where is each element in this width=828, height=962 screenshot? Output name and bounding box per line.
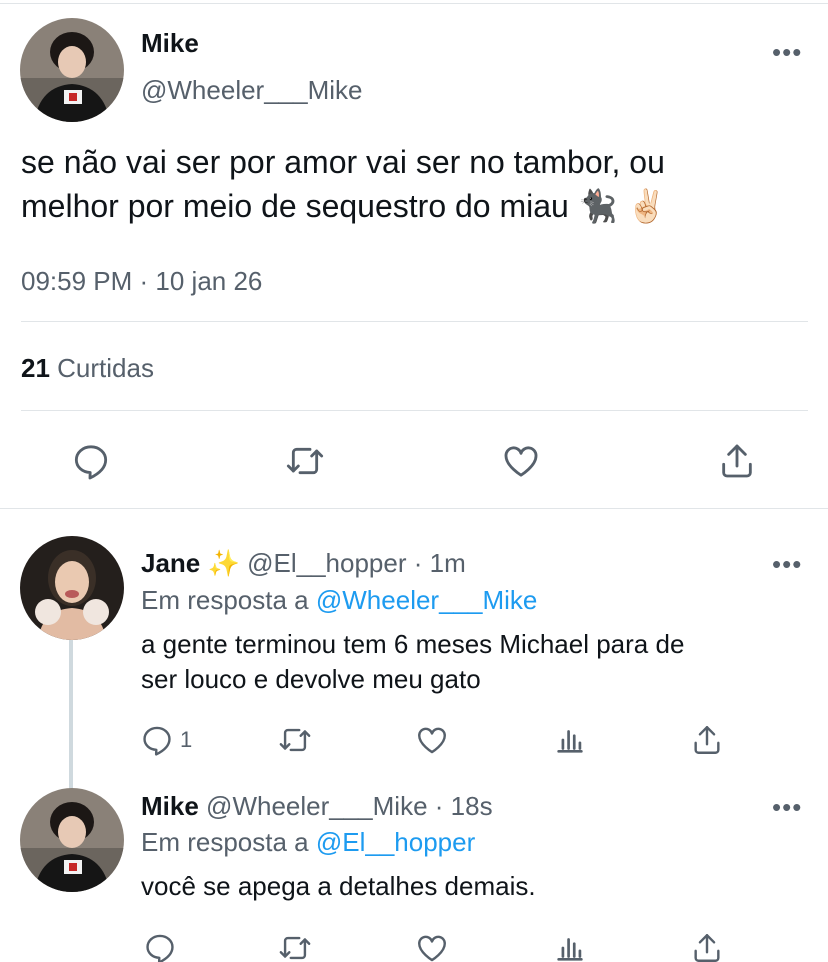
reply-2-time[interactable]: 18s: [451, 791, 493, 821]
avatar-mike-reply-image: [20, 788, 124, 892]
reply-1-more-options-icon[interactable]: •••: [772, 551, 802, 577]
avatar-mike-reply[interactable]: [20, 788, 124, 892]
likes-label: Curtidas: [57, 353, 154, 383]
reply-1-separator: ·: [413, 548, 423, 578]
reply-1-analytics-icon[interactable]: [548, 720, 592, 760]
reply-2-text: você se apega a detalhes demais.: [141, 871, 536, 901]
reply-1-retweet-icon[interactable]: [273, 720, 317, 760]
reply-2-author-handle[interactable]: @Wheeler___Mike: [206, 791, 427, 821]
main-author-handle[interactable]: @Wheeler___Mike: [141, 75, 362, 106]
reply-1-author-name[interactable]: Jane: [141, 548, 200, 578]
reply-icon[interactable]: [66, 436, 116, 486]
main-tweet-text-line2: melhor por meio de sequestro do miau 🐈‍⬛…: [21, 188, 667, 224]
reply-2-author-name[interactable]: Mike: [141, 791, 199, 821]
reply-2-header: Mike @Wheeler___Mike · 18s: [141, 791, 493, 822]
reply-1-author-handle[interactable]: @El__hopper: [247, 548, 406, 578]
divider-1: [21, 321, 808, 322]
main-tweet-text: se não vai ser por amor vai ser no tambo…: [21, 140, 821, 228]
reply-1-reply-button[interactable]: 1: [140, 720, 192, 760]
reply-1-share-icon[interactable]: [685, 720, 729, 760]
top-border: [0, 3, 828, 4]
share-icon[interactable]: [712, 436, 762, 486]
like-icon[interactable]: [496, 436, 546, 486]
avatar-mike-image: [20, 18, 124, 122]
reply-1-reply-to-link[interactable]: @Wheeler___Mike: [316, 585, 537, 615]
main-tweet-text-line1: se não vai ser por amor vai ser no tambo…: [21, 144, 665, 180]
avatar-jane-image: [20, 536, 124, 640]
reply-2-more-options-icon[interactable]: •••: [772, 794, 802, 820]
reply-2-separator: ·: [434, 791, 444, 821]
main-tweet-timestamp[interactable]: 09:59 PM · 10 jan 26: [21, 266, 262, 297]
thread-line: [69, 640, 73, 790]
reply-1-in-reply-to: Em resposta a @Wheeler___Mike: [141, 585, 537, 616]
reply-1-text: a gente terminou tem 6 meses Michael par…: [141, 627, 801, 697]
reply-2-reply-to-link[interactable]: @El__hopper: [316, 827, 475, 857]
reply-1-reply-prefix: Em resposta a: [141, 585, 309, 615]
reply-2-like-icon[interactable]: [410, 928, 454, 962]
reply-1-text-line1: a gente terminou tem 6 meses Michael par…: [141, 629, 685, 659]
reply-2-retweet-icon[interactable]: [273, 928, 317, 962]
reply-2-share-icon[interactable]: [685, 928, 729, 962]
likes-summary[interactable]: 21 Curtidas: [21, 353, 154, 384]
reply-1-reply-count: 1: [180, 727, 193, 752]
reply-2-reply-prefix: Em resposta a: [141, 827, 309, 857]
reply-2-in-reply-to: Em resposta a @El__hopper: [141, 827, 475, 858]
sparkles-icon: ✨: [207, 548, 240, 578]
avatar-jane[interactable]: [20, 536, 124, 640]
retweet-icon[interactable]: [280, 436, 330, 486]
reply-1-reply-icon: [143, 726, 171, 756]
reply-2-reply-icon[interactable]: [140, 928, 180, 962]
reply-1-like-icon[interactable]: [410, 720, 454, 760]
more-options-icon[interactable]: •••: [772, 39, 802, 65]
reply-1-text-line2: ser louco e devolve meu gato: [141, 664, 481, 694]
divider-3: [0, 508, 828, 509]
avatar-mike[interactable]: [20, 18, 124, 122]
reply-1-time[interactable]: 1m: [430, 548, 466, 578]
divider-2: [21, 410, 808, 411]
main-author-name[interactable]: Mike: [141, 28, 199, 59]
likes-count: 21: [21, 353, 50, 383]
reply-2-analytics-icon[interactable]: [548, 928, 592, 962]
reply-1-header: Jane ✨ @El__hopper · 1m: [141, 548, 466, 579]
